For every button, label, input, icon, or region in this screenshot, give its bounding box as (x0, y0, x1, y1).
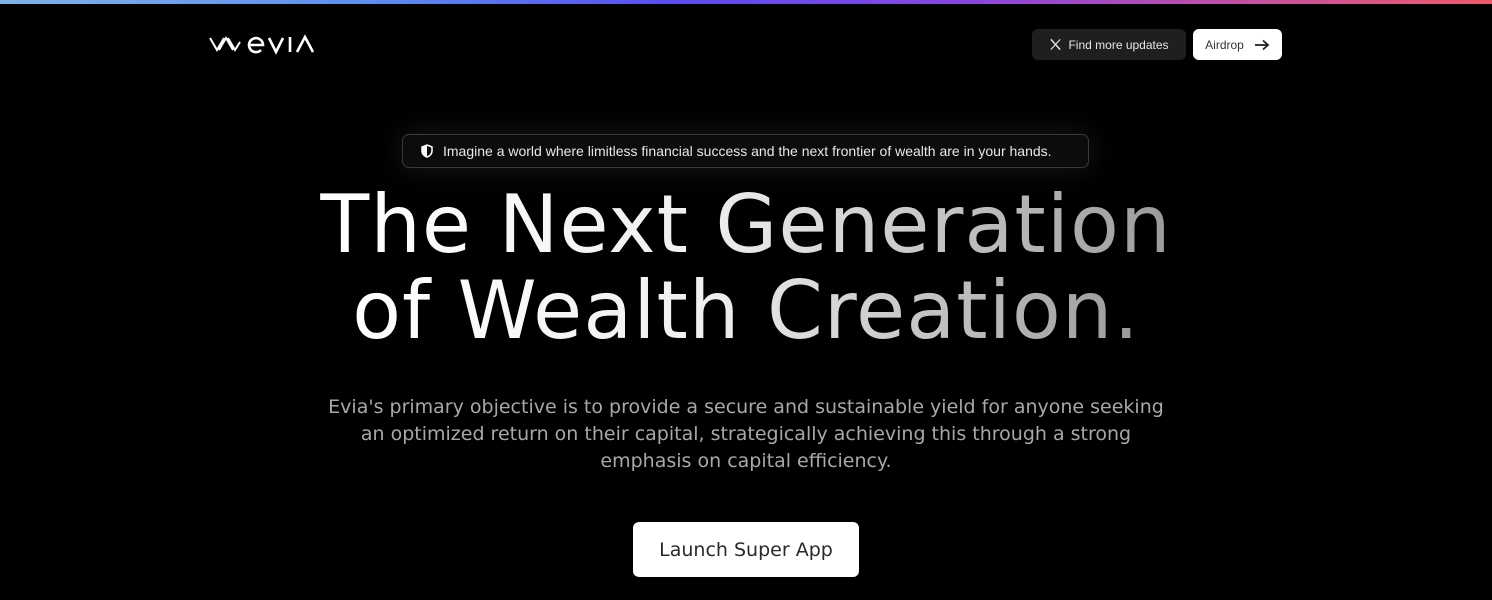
arrow-right-icon (1254, 39, 1270, 50)
hero-description: Evia's primary objective is to provide a… (328, 396, 1164, 472)
hero-headline-line-1: The Next Generation (320, 178, 1172, 271)
find-more-updates-button[interactable]: Find more updates (1032, 29, 1186, 60)
launch-super-app-button[interactable]: Launch Super App (633, 522, 859, 577)
hero-headline-line-2: of Wealth Creation. (352, 264, 1140, 357)
hero-badge-text: Imagine a world where limitless financia… (443, 143, 1052, 159)
shield-icon (421, 144, 433, 158)
evia-logo[interactable]: evia (209, 32, 321, 56)
airdrop-label: Airdrop (1205, 37, 1244, 52)
evia-wordmark-icon: evia (247, 34, 315, 55)
site-header: evia Find more updates Airdrop (0, 4, 1492, 84)
evia-logo-mark-icon (209, 36, 241, 52)
hero-badge: Imagine a world where limitless financia… (402, 134, 1089, 168)
hero-headline: The Next Generation of Wealth Creation. (0, 182, 1492, 354)
find-more-updates-label: Find more updates (1068, 37, 1169, 52)
airdrop-button[interactable]: Airdrop (1193, 29, 1282, 60)
x-logo-icon (1050, 38, 1062, 51)
